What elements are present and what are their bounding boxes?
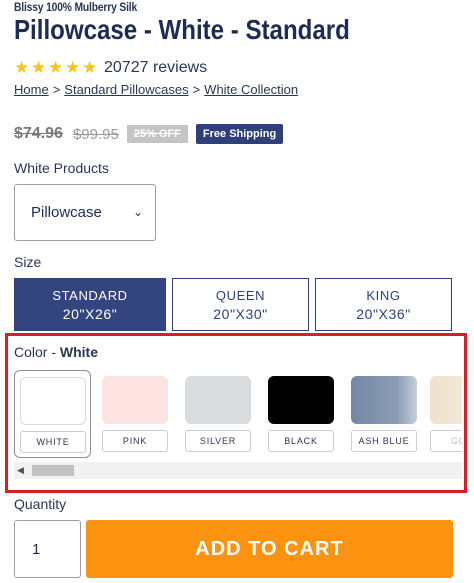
- size-dimensions: 20"X30": [213, 305, 268, 322]
- size-dimensions: 20"X26": [62, 305, 118, 322]
- size-name: QUEEN: [215, 287, 266, 303]
- discount-badge: 25% OFF: [126, 125, 188, 143]
- swatch-silver[interactable]: SILVER: [180, 370, 257, 458]
- size-option-queen[interactable]: QUEEN 20"X30": [172, 278, 309, 331]
- star-icon: ★: [31, 58, 47, 77]
- breadcrumb-standard-pillowcases[interactable]: Standard Pillowcases: [64, 82, 188, 97]
- swatch-label: ASH BLUE: [351, 430, 417, 452]
- star-icon: ★: [82, 58, 98, 77]
- swatch-chip: [351, 376, 417, 424]
- swatch-chip: [268, 376, 334, 424]
- scrollbar-thumb[interactable]: [32, 465, 74, 476]
- product-title: Pillowcase - White - Standard: [14, 14, 350, 45]
- swatch-label: PINK: [102, 430, 168, 452]
- swatch-label: BLACK: [268, 430, 334, 452]
- breadcrumb: Home > Standard Pillowcases > White Coll…: [14, 82, 298, 97]
- size-name: KING: [366, 287, 401, 303]
- original-price: $99.95: [72, 125, 119, 143]
- sale-price: $74.96: [14, 125, 63, 142]
- swatch-black[interactable]: BLACK: [263, 370, 340, 458]
- swatch-chip: [430, 376, 462, 424]
- size-option-king[interactable]: KING 20"X36": [315, 278, 452, 331]
- swatch-scrollbar[interactable]: ◀: [14, 462, 462, 479]
- size-option-standard[interactable]: STANDARD 20"X26": [14, 278, 166, 331]
- star-rating: ★ ★ ★ ★ ★: [14, 58, 99, 78]
- chevron-down-icon: ⌄: [132, 205, 143, 219]
- breadcrumb-white-collection[interactable]: White Collection: [204, 82, 298, 97]
- swatch-label: WHITE: [20, 431, 86, 453]
- size-label: Size: [14, 254, 42, 270]
- breadcrumb-separator: >: [192, 82, 201, 97]
- swatch-gold[interactable]: GO: [425, 370, 462, 458]
- selected-color: White: [59, 344, 99, 360]
- products-label: White Products: [14, 160, 109, 176]
- reviews-count[interactable]: 20727 reviews: [104, 59, 207, 77]
- size-name: STANDARD: [52, 287, 128, 303]
- color-label: Color - White: [14, 344, 98, 360]
- scroll-left-arrow-icon[interactable]: ◀: [17, 465, 24, 476]
- products-select[interactable]: Pillowcase ⌄: [14, 184, 156, 241]
- star-icon: ★: [48, 58, 64, 77]
- swatch-chip: [102, 376, 168, 424]
- color-label-prefix: Color -: [14, 344, 60, 360]
- star-icon: ★: [14, 58, 30, 77]
- add-to-cart-button[interactable]: ADD TO CART: [86, 520, 453, 578]
- star-icon: ★: [65, 58, 81, 77]
- breadcrumb-separator: >: [52, 82, 61, 97]
- swatch-chip: [185, 376, 251, 424]
- quantity-label: Quantity: [14, 496, 67, 512]
- rating[interactable]: ★ ★ ★ ★ ★ 20727 reviews: [14, 58, 207, 78]
- free-shipping-badge: Free Shipping: [195, 124, 284, 144]
- swatch-pink[interactable]: PINK: [97, 370, 174, 458]
- swatch-label: GO: [430, 430, 462, 452]
- products-select-value: Pillowcase: [31, 204, 102, 221]
- swatch-ash-blue[interactable]: ASH BLUE: [346, 370, 423, 458]
- swatch-chip: [20, 377, 86, 425]
- swatch-white[interactable]: WHITE: [14, 370, 91, 458]
- color-swatches: WHITE PINK SILVER BLACK ASH BLUE GO: [14, 370, 462, 460]
- price-row: $74.96 $99.95 25% OFF Free Shipping: [14, 124, 284, 144]
- size-dimensions: 20"X36": [356, 305, 411, 322]
- quantity-input[interactable]: 1: [14, 520, 81, 578]
- brand-name: Blissy 100% Mulberry Silk: [14, 0, 138, 14]
- breadcrumb-home[interactable]: Home: [14, 82, 49, 97]
- swatch-label: SILVER: [185, 430, 251, 452]
